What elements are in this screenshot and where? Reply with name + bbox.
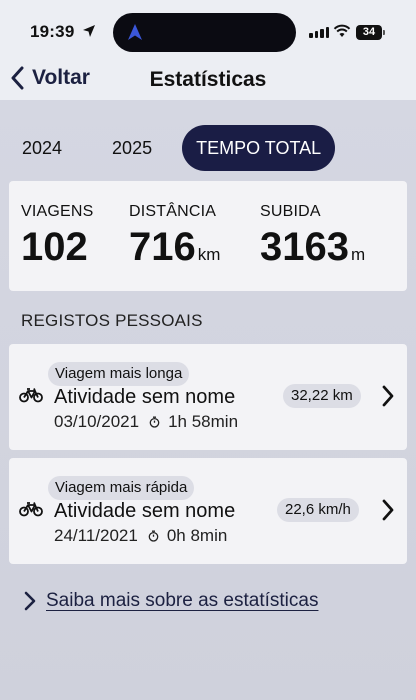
stat-climb-value: 3163 m	[260, 225, 365, 277]
stat-climb-number: 3163	[260, 225, 349, 269]
period-tabs: 2024 2025 TEMPO TOTAL	[10, 125, 336, 171]
tab-total-time[interactable]: TEMPO TOTAL	[182, 125, 336, 171]
navigation-app-icon	[128, 24, 142, 40]
learn-more-label: Saiba mais sobre as estatísticas	[46, 590, 319, 611]
stat-trips: VIAGENS 102	[21, 203, 94, 269]
chevron-right-icon	[382, 385, 394, 407]
stat-distance-label: DISTÂNCIA	[129, 203, 217, 220]
stat-climb-unit: m	[350, 245, 366, 264]
battery-tip	[383, 30, 385, 35]
record-fastest-trip[interactable]: Viagem mais rápida Atividade sem nome 24…	[9, 458, 407, 564]
chevron-right-icon	[24, 591, 36, 611]
stat-distance: DISTÂNCIA 716 km	[129, 203, 220, 277]
stat-climb-label: SUBIDA	[260, 203, 321, 220]
dynamic-island	[113, 13, 296, 52]
stat-trips-number: 102	[21, 225, 88, 269]
page-title: Estatísticas	[0, 68, 416, 92]
activity-date: 03/10/2021	[54, 412, 140, 431]
record-meta: 03/10/2021 1h 58min	[54, 412, 238, 432]
stat-distance-unit: km	[197, 245, 221, 264]
record-longest-trip[interactable]: Viagem mais longa Atividade sem nome 03/…	[9, 344, 407, 450]
stopwatch-icon	[148, 530, 159, 542]
activity-date: 24/11/2021	[54, 526, 138, 545]
personal-records-title: REGISTOS PESSOAIS	[21, 311, 203, 330]
cellular-signal-icon	[309, 27, 329, 38]
stat-distance-number: 716	[129, 225, 196, 269]
stats-summary-card: VIAGENS 102 DISTÂNCIA 716 km SUBIDA 3163 m	[9, 181, 407, 291]
record-value-pill: 22,6 km/h	[277, 498, 359, 522]
location-arrow-icon	[83, 25, 95, 37]
record-value-pill: 32,22 km	[283, 384, 361, 408]
record-badge: Viagem mais rápida	[48, 476, 195, 500]
battery-indicator: 34	[356, 25, 382, 40]
tab-2024[interactable]: 2024	[10, 125, 74, 171]
bicycle-icon	[19, 388, 43, 403]
stat-trips-value: 102	[21, 225, 94, 269]
page-title-text: Estatísticas	[149, 68, 267, 91]
activity-duration: 1h 58min	[168, 412, 239, 431]
activity-name: Atividade sem nome	[54, 500, 236, 522]
status-time: 19:39	[30, 22, 75, 41]
stat-climb: SUBIDA 3163 m	[260, 203, 365, 277]
activity-duration: 0h 8min	[166, 526, 228, 545]
activity-name: Atividade sem nome	[54, 386, 236, 408]
tab-2025[interactable]: 2025	[100, 125, 164, 171]
chevron-right-icon	[382, 499, 394, 521]
record-meta: 24/11/2021 0h 8min	[54, 526, 227, 546]
record-badge: Viagem mais longa	[48, 362, 190, 386]
stopwatch-icon	[149, 416, 160, 428]
learn-more-link[interactable]: Saiba mais sobre as estatísticas	[24, 590, 318, 612]
wifi-icon	[333, 24, 351, 37]
bicycle-icon	[19, 502, 43, 517]
stat-trips-label: VIAGENS	[21, 203, 94, 220]
navigation-bar: Voltar Estatísticas	[0, 60, 416, 100]
stat-distance-value: 716 km	[129, 225, 220, 277]
status-bar: 19:39 34	[0, 0, 416, 64]
